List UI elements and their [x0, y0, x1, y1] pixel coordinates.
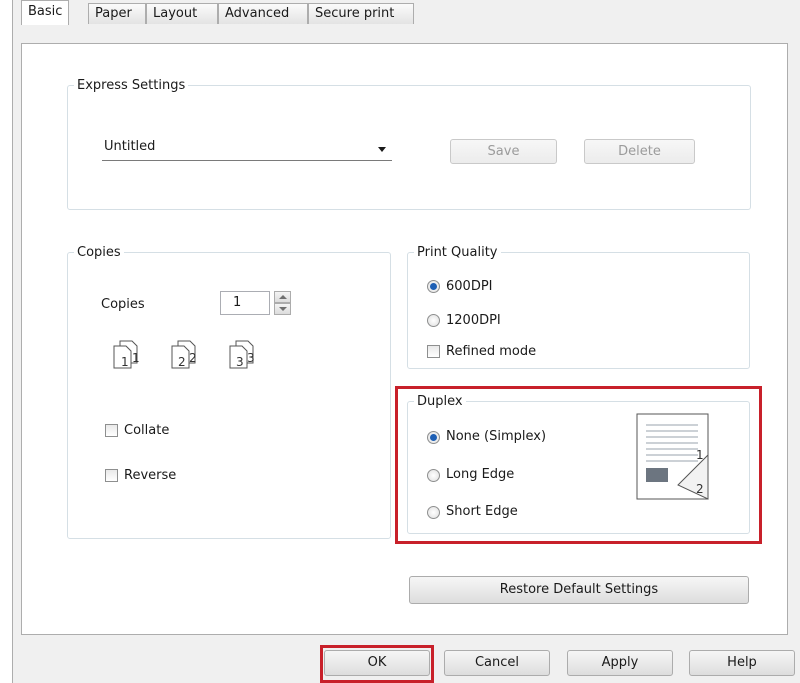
600dpi-label[interactable]: 600DPI — [446, 279, 493, 294]
reverse-label[interactable]: Reverse — [124, 468, 176, 483]
1200dpi-label[interactable]: 1200DPI — [446, 313, 501, 328]
tab-layout[interactable]: Layout — [146, 3, 218, 24]
tab-secure-print[interactable]: Secure print — [308, 3, 414, 24]
help-button[interactable]: Help — [689, 650, 795, 676]
duplex-short-edge-label[interactable]: Short Edge — [446, 504, 518, 519]
express-settings-dropdown[interactable]: Untitled — [102, 137, 392, 161]
ok-button[interactable]: OK — [324, 650, 430, 676]
delete-button[interactable]: Delete — [584, 139, 695, 164]
tab-advanced[interactable]: Advanced — [218, 3, 308, 24]
duplex-preview-image: 1 2 — [636, 413, 709, 500]
duplex-legend: Duplex — [417, 394, 463, 409]
sheet-number: 1 — [121, 355, 129, 369]
tab-paper[interactable]: Paper — [88, 3, 146, 24]
copies-group: Copies — [67, 245, 391, 539]
duplex-long-edge-radio[interactable] — [427, 469, 440, 482]
page-number-2: 2 — [696, 482, 704, 496]
sheet-number: 3 — [247, 351, 255, 365]
copies-stepper[interactable] — [274, 291, 291, 315]
duplex-none-label[interactable]: None (Simplex) — [446, 429, 546, 444]
collate-preview-image: 1 1 2 2 3 3 — [113, 340, 255, 369]
cancel-button[interactable]: Cancel — [444, 650, 550, 676]
copies-legend: Copies — [77, 245, 121, 260]
express-settings-value: Untitled — [104, 139, 156, 154]
1200dpi-radio[interactable] — [427, 314, 440, 327]
chevron-down-icon — [378, 147, 386, 152]
sheet-number: 1 — [132, 351, 140, 365]
sheet-number: 2 — [189, 351, 197, 365]
copies-input[interactable]: 1 — [220, 291, 270, 315]
print-quality-legend: Print Quality — [417, 245, 498, 260]
duplex-none-radio[interactable] — [427, 431, 440, 444]
collate-label[interactable]: Collate — [124, 423, 169, 438]
reverse-checkbox[interactable] — [105, 469, 118, 482]
save-button[interactable]: Save — [450, 139, 557, 164]
stepper-up-icon[interactable] — [274, 291, 291, 303]
sheet-number: 3 — [236, 355, 244, 369]
duplex-short-edge-radio[interactable] — [427, 506, 440, 519]
copies-label: Copies — [101, 297, 145, 312]
refined-mode-checkbox[interactable] — [427, 345, 440, 358]
600dpi-radio[interactable] — [427, 280, 440, 293]
tab-basic[interactable]: Basic — [21, 0, 69, 25]
apply-button[interactable]: Apply — [567, 650, 673, 676]
refined-mode-label[interactable]: Refined mode — [446, 344, 536, 359]
stepper-down-icon[interactable] — [274, 303, 291, 315]
sheet-number: 2 — [178, 355, 186, 369]
collate-checkbox[interactable] — [105, 424, 118, 437]
duplex-long-edge-label[interactable]: Long Edge — [446, 467, 514, 482]
express-settings-legend: Express Settings — [77, 78, 186, 93]
restore-default-settings-button[interactable]: Restore Default Settings — [409, 576, 749, 604]
page-number-1: 1 — [696, 448, 704, 462]
